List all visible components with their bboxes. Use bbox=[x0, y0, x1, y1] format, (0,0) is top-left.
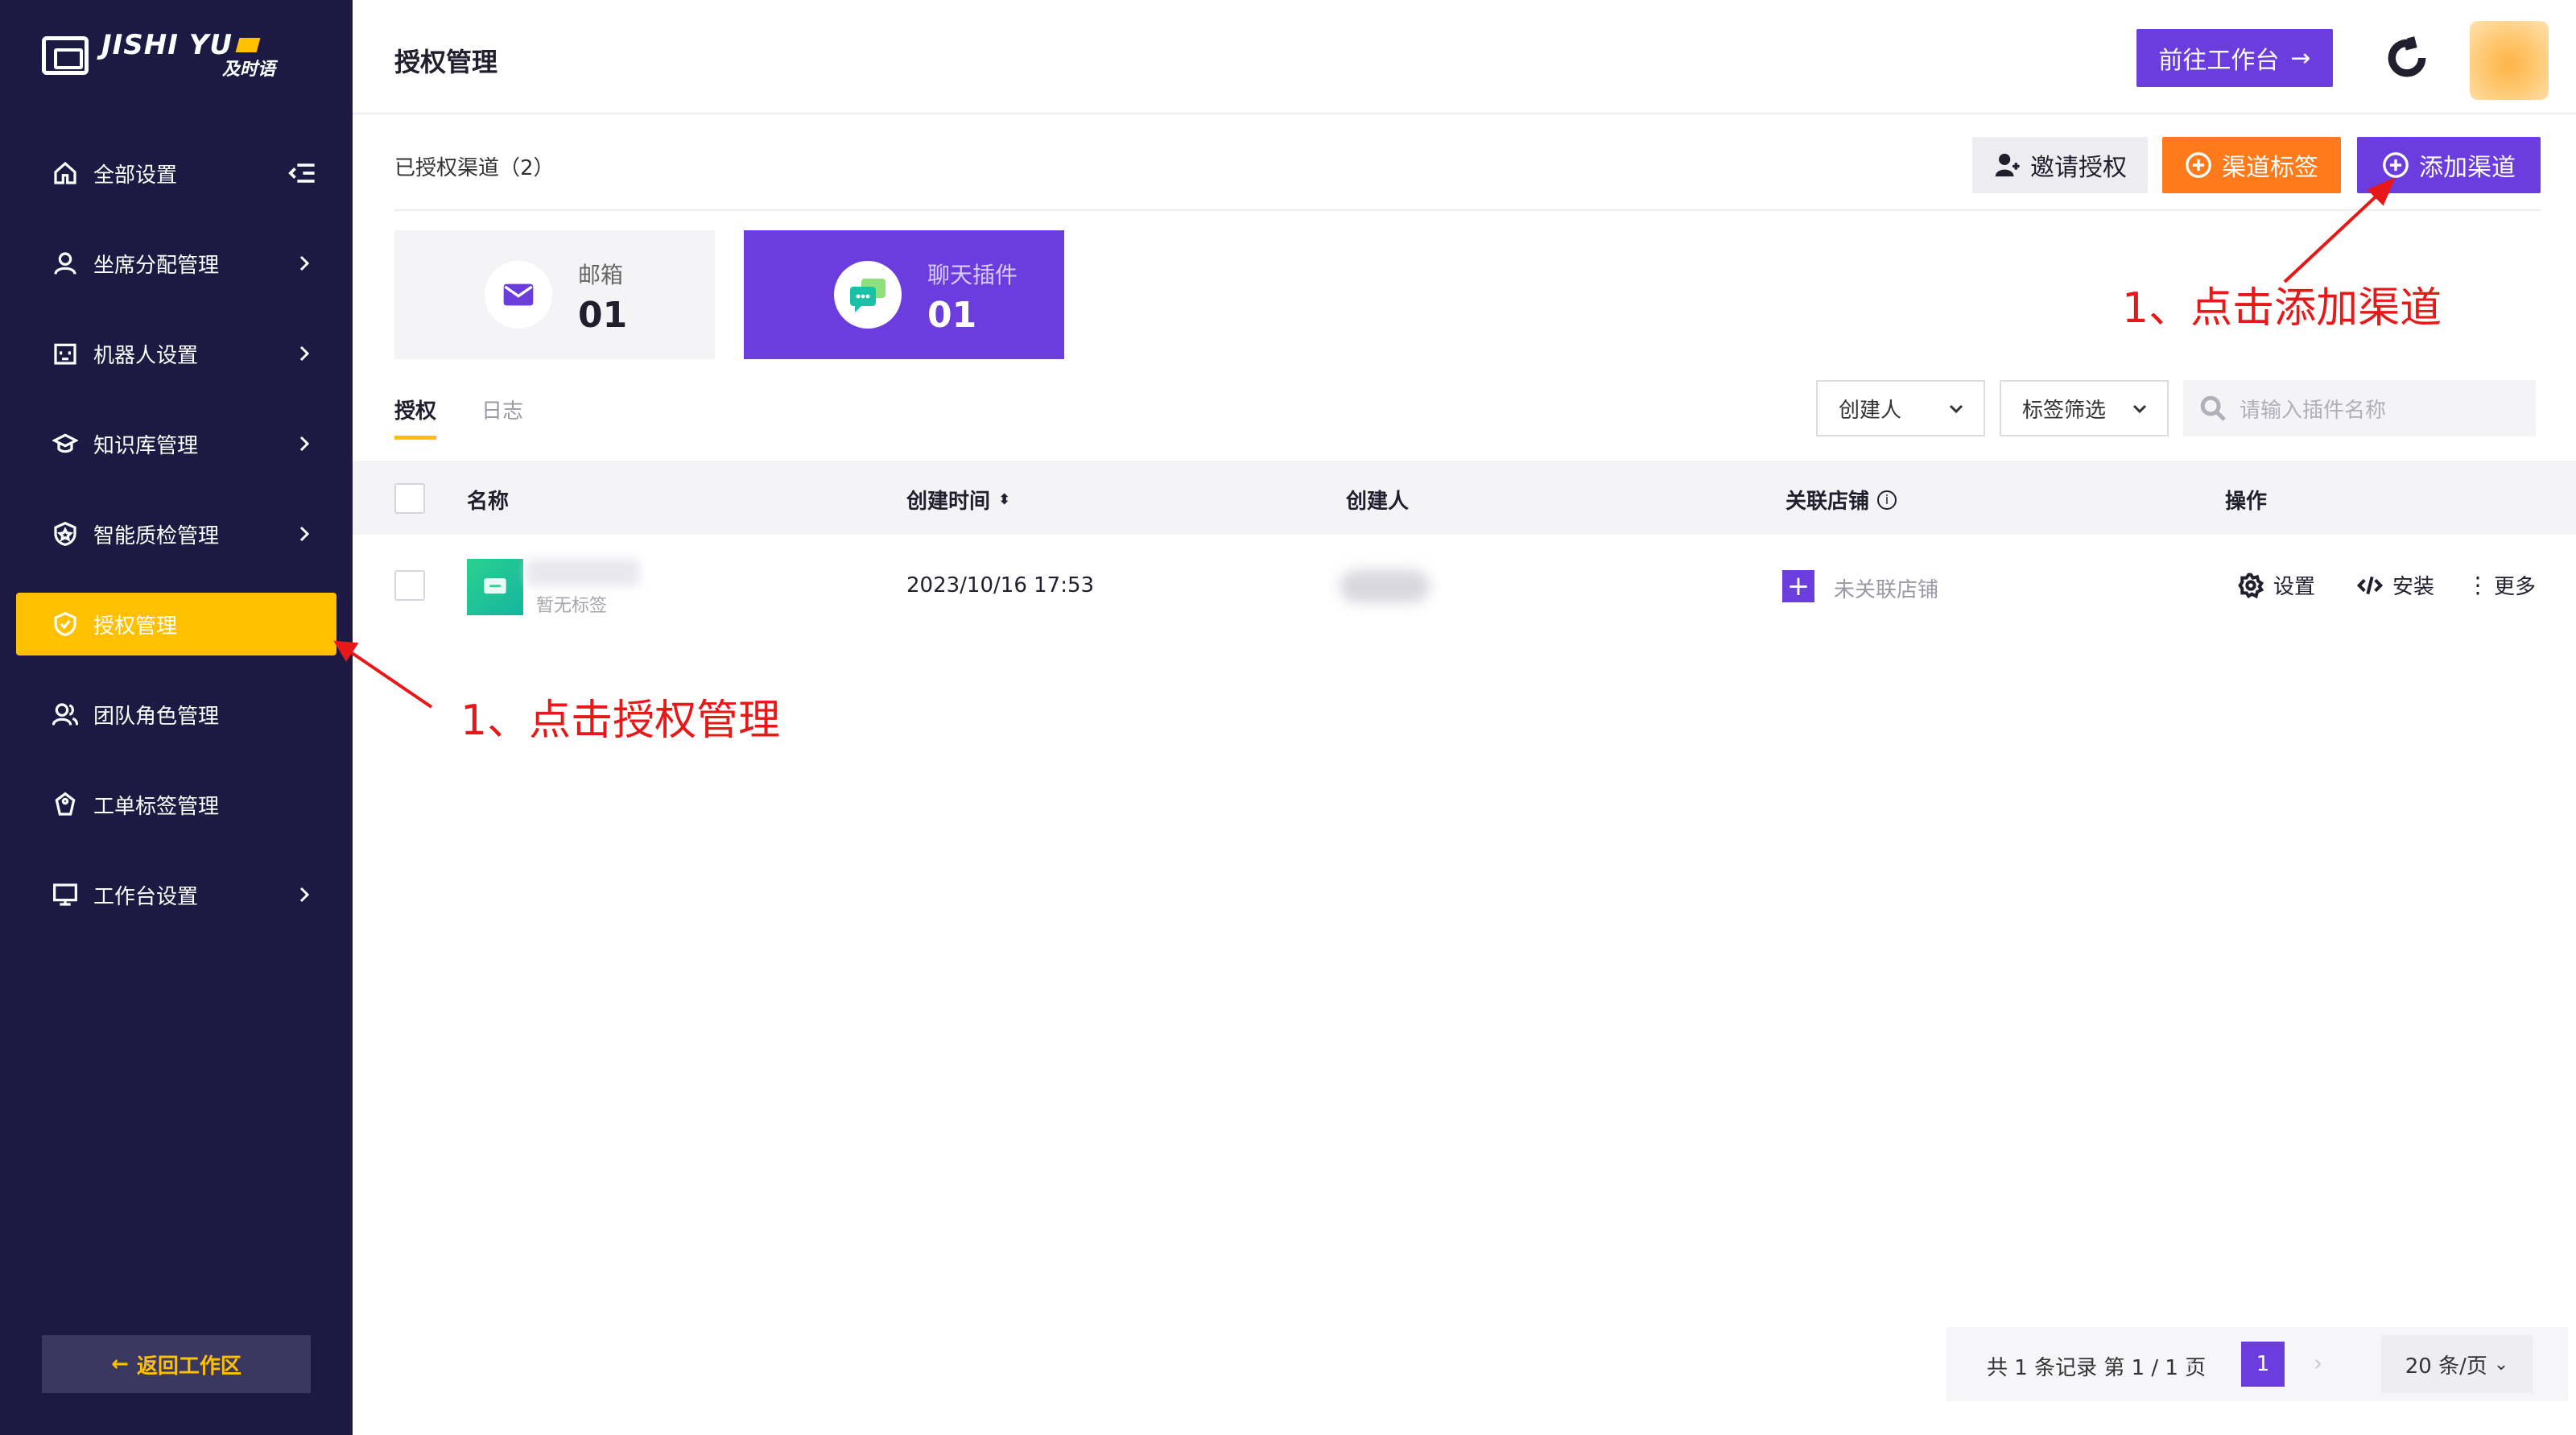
annotation-add-channel: 1、点击添加渠道 bbox=[2122, 284, 2442, 333]
annotation-arrow-add-channel bbox=[2283, 188, 2384, 283]
annotation-auth-manage: 1、点击授权管理 bbox=[460, 697, 781, 745]
annotation-arrow-auth bbox=[345, 647, 433, 709]
annotation-arrows bbox=[333, 177, 2396, 709]
annotation-arrowhead-auth bbox=[333, 640, 359, 662]
